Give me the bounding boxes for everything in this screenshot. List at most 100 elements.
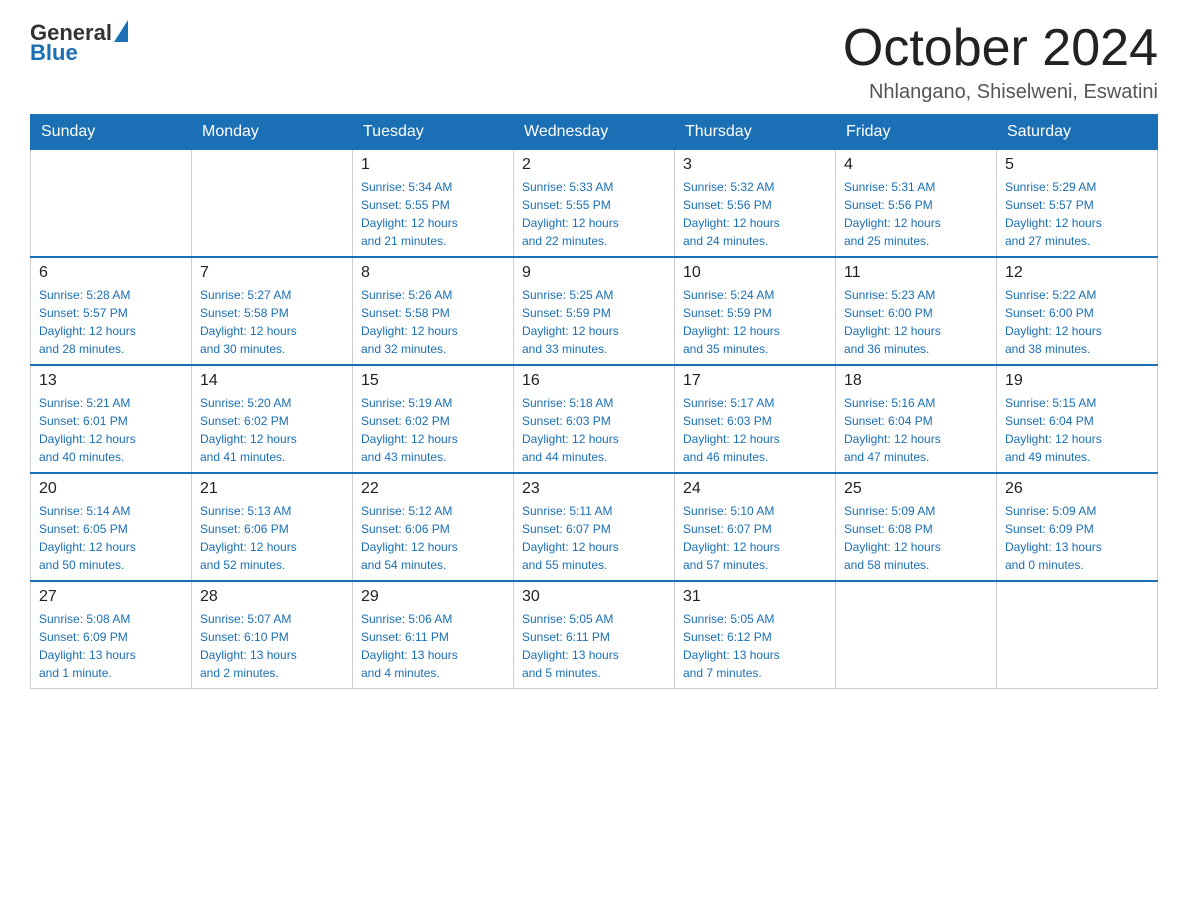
- day-number: 24: [683, 480, 827, 498]
- calendar-week-row: 6Sunrise: 5:28 AM Sunset: 5:57 PM Daylig…: [31, 257, 1158, 365]
- day-info: Sunrise: 5:20 AM Sunset: 6:02 PM Dayligh…: [200, 394, 344, 466]
- day-info: Sunrise: 5:26 AM Sunset: 5:58 PM Dayligh…: [361, 286, 505, 358]
- day-number: 12: [1005, 264, 1149, 282]
- column-header-tuesday: Tuesday: [353, 115, 514, 150]
- day-info: Sunrise: 5:13 AM Sunset: 6:06 PM Dayligh…: [200, 502, 344, 574]
- day-number: 15: [361, 372, 505, 390]
- day-info: Sunrise: 5:27 AM Sunset: 5:58 PM Dayligh…: [200, 286, 344, 358]
- day-number: 9: [522, 264, 666, 282]
- day-info: Sunrise: 5:07 AM Sunset: 6:10 PM Dayligh…: [200, 610, 344, 682]
- calendar-week-row: 1 Sunrise: 5:34 AM Sunset: 5:55 PM Daylig…: [31, 150, 1158, 258]
- day-info: Sunrise: 5:08 AM Sunset: 6:09 PM Dayligh…: [39, 610, 183, 682]
- calendar-cell: 11Sunrise: 5:23 AM Sunset: 6:00 PM Dayli…: [836, 257, 997, 365]
- calendar-cell: 25 Sunrise: 5:09 AM Sunset: 6:08 PM Dayli…: [836, 473, 997, 581]
- calendar-cell: 7 Sunrise: 5:27 AM Sunset: 5:58 PM Daylig…: [192, 257, 353, 365]
- day-number: 11: [844, 264, 988, 282]
- calendar-cell: 13 Sunrise: 5:21 AM Sunset: 6:01 PM Dayli…: [31, 365, 192, 473]
- day-number: 3: [683, 156, 827, 174]
- day-number: 2: [522, 156, 666, 174]
- calendar-cell: 21 Sunrise: 5:13 AM Sunset: 6:06 PM Dayli…: [192, 473, 353, 581]
- day-number: 25: [844, 480, 988, 498]
- title-block: October 2024 Nhlangano, Shiselweni, Eswa…: [843, 20, 1158, 104]
- day-number: 16: [522, 372, 666, 390]
- column-header-friday: Friday: [836, 115, 997, 150]
- calendar-cell: 27 Sunrise: 5:08 AM Sunset: 6:09 PM Dayli…: [31, 581, 192, 689]
- day-info: Sunrise: 5:09 AM Sunset: 6:09 PM Dayligh…: [1005, 502, 1149, 574]
- day-info: Sunrise: 5:32 AM Sunset: 5:56 PM Dayligh…: [683, 178, 827, 250]
- day-number: 26: [1005, 480, 1149, 498]
- calendar-cell: 9 Sunrise: 5:25 AM Sunset: 5:59 PM Daylig…: [514, 257, 675, 365]
- day-number: 22: [361, 480, 505, 498]
- calendar-cell: [836, 581, 997, 689]
- logo[interactable]: General Blue: [30, 20, 128, 66]
- day-number: 4: [844, 156, 988, 174]
- calendar-cell: 17Sunrise: 5:17 AM Sunset: 6:03 PM Dayli…: [675, 365, 836, 473]
- column-header-monday: Monday: [192, 115, 353, 150]
- day-number: 14: [200, 372, 344, 390]
- calendar-cell: 4 Sunrise: 5:31 AM Sunset: 5:56 PM Daylig…: [836, 150, 997, 258]
- day-number: 1: [361, 156, 505, 174]
- day-number: 5: [1005, 156, 1149, 174]
- day-info: Sunrise: 5:21 AM Sunset: 6:01 PM Dayligh…: [39, 394, 183, 466]
- day-info: Sunrise: 5:14 AM Sunset: 6:05 PM Dayligh…: [39, 502, 183, 574]
- calendar-cell: 10 Sunrise: 5:24 AM Sunset: 5:59 PM Dayli…: [675, 257, 836, 365]
- calendar-cell: 20Sunrise: 5:14 AM Sunset: 6:05 PM Dayli…: [31, 473, 192, 581]
- day-info: Sunrise: 5:29 AM Sunset: 5:57 PM Dayligh…: [1005, 178, 1149, 250]
- day-number: 21: [200, 480, 344, 498]
- day-info: Sunrise: 5:09 AM Sunset: 6:08 PM Dayligh…: [844, 502, 988, 574]
- calendar-cell: 19Sunrise: 5:15 AM Sunset: 6:04 PM Dayli…: [997, 365, 1158, 473]
- day-info: Sunrise: 5:05 AM Sunset: 6:11 PM Dayligh…: [522, 610, 666, 682]
- day-number: 23: [522, 480, 666, 498]
- day-info: Sunrise: 5:06 AM Sunset: 6:11 PM Dayligh…: [361, 610, 505, 682]
- day-number: 18: [844, 372, 988, 390]
- day-info: Sunrise: 5:31 AM Sunset: 5:56 PM Dayligh…: [844, 178, 988, 250]
- day-info: Sunrise: 5:24 AM Sunset: 5:59 PM Dayligh…: [683, 286, 827, 358]
- day-number: 7: [200, 264, 344, 282]
- day-info: Sunrise: 5:22 AM Sunset: 6:00 PM Dayligh…: [1005, 286, 1149, 358]
- day-number: 13: [39, 372, 183, 390]
- calendar-cell: 24 Sunrise: 5:10 AM Sunset: 6:07 PM Dayli…: [675, 473, 836, 581]
- day-info: Sunrise: 5:34 AM Sunset: 5:55 PM Dayligh…: [361, 178, 505, 250]
- calendar-cell: 1 Sunrise: 5:34 AM Sunset: 5:55 PM Daylig…: [353, 150, 514, 258]
- day-info: Sunrise: 5:15 AM Sunset: 6:04 PM Dayligh…: [1005, 394, 1149, 466]
- day-info: Sunrise: 5:19 AM Sunset: 6:02 PM Dayligh…: [361, 394, 505, 466]
- calendar-header-row: SundayMondayTuesdayWednesdayThursdayFrid…: [31, 115, 1158, 150]
- calendar-cell: 8 Sunrise: 5:26 AM Sunset: 5:58 PM Daylig…: [353, 257, 514, 365]
- calendar-cell: 14 Sunrise: 5:20 AM Sunset: 6:02 PM Dayli…: [192, 365, 353, 473]
- day-info: Sunrise: 5:12 AM Sunset: 6:06 PM Dayligh…: [361, 502, 505, 574]
- calendar-cell: 29 Sunrise: 5:06 AM Sunset: 6:11 PM Dayli…: [353, 581, 514, 689]
- page-header: General Blue October 2024 Nhlangano, Shi…: [30, 20, 1158, 104]
- calendar-week-row: 27 Sunrise: 5:08 AM Sunset: 6:09 PM Dayli…: [31, 581, 1158, 689]
- column-header-wednesday: Wednesday: [514, 115, 675, 150]
- calendar-cell: 26 Sunrise: 5:09 AM Sunset: 6:09 PM Dayli…: [997, 473, 1158, 581]
- column-header-sunday: Sunday: [31, 115, 192, 150]
- calendar-cell: 28 Sunrise: 5:07 AM Sunset: 6:10 PM Dayli…: [192, 581, 353, 689]
- day-info: Sunrise: 5:33 AM Sunset: 5:55 PM Dayligh…: [522, 178, 666, 250]
- calendar-table: SundayMondayTuesdayWednesdayThursdayFrid…: [30, 114, 1158, 689]
- day-info: Sunrise: 5:16 AM Sunset: 6:04 PM Dayligh…: [844, 394, 988, 466]
- day-info: Sunrise: 5:10 AM Sunset: 6:07 PM Dayligh…: [683, 502, 827, 574]
- day-number: 28: [200, 588, 344, 606]
- column-header-thursday: Thursday: [675, 115, 836, 150]
- calendar-cell: 6Sunrise: 5:28 AM Sunset: 5:57 PM Daylig…: [31, 257, 192, 365]
- day-info: Sunrise: 5:17 AM Sunset: 6:03 PM Dayligh…: [683, 394, 827, 466]
- day-number: 29: [361, 588, 505, 606]
- day-number: 31: [683, 588, 827, 606]
- calendar-cell: 5 Sunrise: 5:29 AM Sunset: 5:57 PM Daylig…: [997, 150, 1158, 258]
- logo-text-blue: Blue: [30, 40, 78, 66]
- day-info: Sunrise: 5:28 AM Sunset: 5:57 PM Dayligh…: [39, 286, 183, 358]
- calendar-cell: [997, 581, 1158, 689]
- day-info: Sunrise: 5:05 AM Sunset: 6:12 PM Dayligh…: [683, 610, 827, 682]
- calendar-cell: 22 Sunrise: 5:12 AM Sunset: 6:06 PM Dayli…: [353, 473, 514, 581]
- page-title: October 2024: [843, 20, 1158, 77]
- calendar-cell: 2 Sunrise: 5:33 AM Sunset: 5:55 PM Daylig…: [514, 150, 675, 258]
- day-number: 10: [683, 264, 827, 282]
- logo-triangle-icon: [114, 20, 128, 42]
- day-info: Sunrise: 5:11 AM Sunset: 6:07 PM Dayligh…: [522, 502, 666, 574]
- day-number: 27: [39, 588, 183, 606]
- calendar-cell: 18 Sunrise: 5:16 AM Sunset: 6:04 PM Dayli…: [836, 365, 997, 473]
- day-info: Sunrise: 5:25 AM Sunset: 5:59 PM Dayligh…: [522, 286, 666, 358]
- day-number: 8: [361, 264, 505, 282]
- day-info: Sunrise: 5:18 AM Sunset: 6:03 PM Dayligh…: [522, 394, 666, 466]
- calendar-week-row: 13 Sunrise: 5:21 AM Sunset: 6:01 PM Dayli…: [31, 365, 1158, 473]
